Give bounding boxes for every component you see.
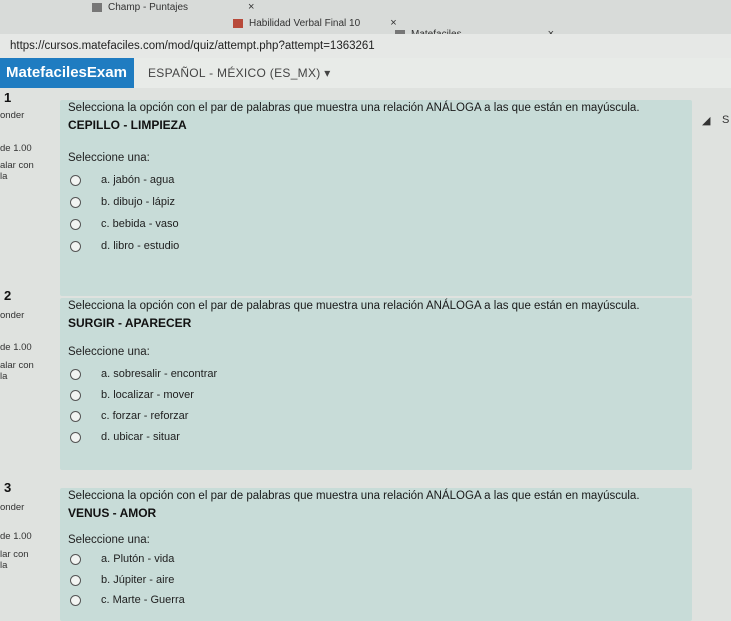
option-label[interactable]: c. bebida - vaso: [101, 218, 179, 230]
select-one-label: Seleccione una:: [68, 346, 150, 358]
radio-button[interactable]: [70, 431, 81, 443]
question-points: de 1.00: [0, 143, 32, 154]
question-status: onder: [0, 310, 25, 321]
flag-question-link-cont[interactable]: la: [0, 171, 7, 182]
option-label[interactable]: c. Marte - Guerra: [101, 594, 185, 606]
option-label[interactable]: a. Plutón - vida: [101, 553, 174, 565]
answer-option[interactable]: a. Plutón - vida: [70, 553, 174, 565]
radio-button[interactable]: [70, 410, 81, 422]
question-status: onder: [0, 110, 25, 121]
radio-button[interactable]: [70, 389, 81, 401]
radio-button[interactable]: [70, 368, 81, 380]
address-bar[interactable]: https://cursos.matefaciles.com/mod/quiz/…: [0, 34, 731, 58]
question-box-2: Selecciona la opción con el par de palab…: [60, 298, 692, 470]
question-points: de 1.00: [0, 531, 32, 542]
option-label[interactable]: b. Júpiter - aire: [101, 574, 174, 586]
tab-favicon-icon: [92, 2, 102, 12]
question-prompt: Selecciona la opción con el par de palab…: [68, 300, 640, 312]
answer-option[interactable]: a. sobresalir - encontrar: [70, 368, 217, 380]
question-box-3: Selecciona la opción con el par de palab…: [60, 488, 692, 621]
answer-option[interactable]: b. localizar - mover: [70, 389, 194, 401]
option-label[interactable]: d. ubicar - situar: [101, 431, 180, 443]
tab-champ-puntajes[interactable]: Champ - Puntajes ×: [92, 1, 254, 13]
quiz-page: ◢ S 1 onder de 1.00 alar con la Seleccio…: [0, 88, 731, 621]
option-label[interactable]: b. dibujo - lápiz: [101, 196, 175, 208]
right-edge-label: S: [722, 114, 730, 126]
option-label[interactable]: a. jabón - agua: [101, 174, 174, 186]
flag-question-link[interactable]: alar con: [0, 360, 34, 371]
answer-option[interactable]: c. Marte - Guerra: [70, 594, 185, 606]
option-label[interactable]: c. forzar - reforzar: [101, 410, 188, 422]
option-label[interactable]: d. libro - estudio: [101, 240, 179, 252]
radio-button[interactable]: [70, 553, 81, 565]
option-label[interactable]: b. localizar - mover: [101, 389, 194, 401]
user-icon[interactable]: ◢: [702, 114, 710, 127]
question-prompt: Selecciona la opción con el par de palab…: [68, 490, 640, 502]
question-prompt: Selecciona la opción con el par de palab…: [68, 102, 640, 114]
answer-option[interactable]: d. libro - estudio: [70, 240, 179, 252]
select-one-label: Seleccione una:: [68, 534, 150, 546]
site-brand-logo[interactable]: MatefacilesExam: [0, 58, 134, 88]
radio-button[interactable]: [70, 240, 81, 252]
tab-habilidad-verbal[interactable]: Habilidad Verbal Final 10 ×: [233, 17, 397, 29]
question-number: 3: [4, 480, 12, 495]
question-number: 2: [4, 288, 12, 303]
tab-favicon-icon: [233, 18, 243, 28]
radio-button[interactable]: [70, 174, 81, 186]
close-tab-icon[interactable]: ×: [248, 1, 254, 13]
question-box-1: Selecciona la opción con el par de palab…: [60, 100, 692, 296]
tab-label: Habilidad Verbal Final 10: [249, 18, 361, 29]
question-points: de 1.00: [0, 342, 32, 353]
site-navbar: MatefacilesExam ESPAÑOL - MÉXICO (ES_MX)…: [0, 58, 731, 89]
radio-button[interactable]: [70, 594, 81, 606]
language-selector[interactable]: ESPAÑOL - MÉXICO (ES_MX) ▾: [148, 66, 331, 80]
option-label[interactable]: a. sobresalir - encontrar: [101, 368, 217, 380]
flag-question-link-cont[interactable]: la: [0, 371, 7, 382]
flag-question-link-cont[interactable]: la: [0, 560, 7, 571]
answer-option[interactable]: c. forzar - reforzar: [70, 410, 188, 422]
radio-button[interactable]: [70, 218, 81, 230]
tab-label: Champ - Puntajes: [108, 2, 189, 13]
question-status: onder: [0, 502, 25, 513]
radio-button[interactable]: [70, 574, 81, 586]
question-word-pair: CEPILLO - LIMPIEZA: [68, 118, 187, 132]
question-word-pair: VENUS - AMOR: [68, 506, 157, 520]
url-text[interactable]: https://cursos.matefaciles.com/mod/quiz/…: [10, 40, 375, 52]
answer-option[interactable]: a. jabón - agua: [70, 174, 174, 186]
answer-option[interactable]: b. dibujo - lápiz: [70, 196, 175, 208]
browser-tab-bar: Champ - Puntajes × Habilidad Verbal Final…: [0, 0, 731, 53]
select-one-label: Seleccione una:: [68, 152, 150, 164]
flag-question-link[interactable]: alar con: [0, 160, 34, 171]
answer-option[interactable]: d. ubicar - situar: [70, 431, 180, 443]
question-number: 1: [4, 90, 12, 105]
answer-option[interactable]: b. Júpiter - aire: [70, 574, 174, 586]
flag-question-link[interactable]: lar con: [0, 549, 29, 560]
radio-button[interactable]: [70, 196, 81, 208]
question-word-pair: SURGIR - APARECER: [68, 316, 192, 330]
answer-option[interactable]: c. bebida - vaso: [70, 218, 179, 230]
